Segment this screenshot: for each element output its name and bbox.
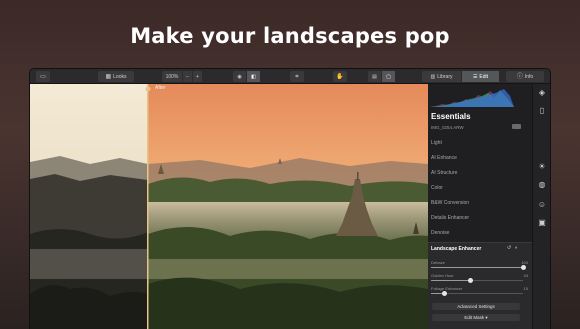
histogram: [430, 89, 514, 107]
portrait-face-icon[interactable]: ☺: [537, 200, 547, 210]
dehaze-label: Dehaze: [431, 260, 445, 265]
enhancer-title: Landscape Enhancer: [431, 246, 482, 252]
file-name: IMG_0254.ARW: [431, 125, 464, 130]
tool-sidebar: ◈ ▯ ☀ ◍ ☺ ▣: [532, 84, 550, 329]
edit-mask-button[interactable]: Edit Mask ▾: [432, 314, 520, 321]
golden-hour-slider[interactable]: [431, 278, 523, 283]
advanced-settings-button[interactable]: Advanced Settings: [432, 303, 520, 310]
sidebar-toggle-button[interactable]: ▭: [36, 71, 50, 82]
tool-bw-conversion[interactable]: B&W Conversion: [431, 200, 469, 206]
info-button[interactable]: ⓘ Info: [506, 71, 544, 82]
foliage-enhancer-knob[interactable]: [442, 291, 448, 296]
essentials-sun-icon[interactable]: ☀: [537, 162, 547, 172]
sidebar-icon: ▭: [40, 73, 46, 80]
single-layout-button[interactable]: ▢: [382, 71, 396, 82]
after-label: After: [155, 85, 166, 91]
tool-ai-structure[interactable]: AI Structure: [431, 170, 457, 176]
dehaze-knob[interactable]: [520, 265, 526, 270]
view-mode-control: ◉ ◧: [233, 71, 261, 82]
golden-hour-fill: [431, 280, 471, 281]
tool-light[interactable]: Light: [431, 140, 442, 146]
zoom-control: 100% − +: [162, 71, 203, 82]
layout-control: ▤ ▢: [368, 71, 396, 82]
panel-title: Essentials: [431, 112, 471, 121]
looks-button[interactable]: ▦ Looks: [98, 71, 134, 82]
reset-icon[interactable]: ↺: [507, 245, 511, 251]
dehaze-slider[interactable]: [431, 265, 526, 270]
crop-button[interactable]: ⌗: [290, 71, 304, 82]
tab-library[interactable]: ▥ Library: [422, 71, 462, 82]
zoom-in-label: +: [196, 73, 199, 80]
landscape-enhancer-section: Landscape Enhancer ↺ ◐ Dehaze 100 Golden…: [428, 242, 532, 329]
edit-icon: ☰: [472, 73, 478, 80]
tab-library-label: Library: [437, 73, 453, 80]
zoom-value: 100%: [165, 73, 179, 80]
tool-color[interactable]: Color: [431, 185, 443, 191]
photo-canvas[interactable]: Before After: [30, 84, 428, 329]
pan-button[interactable]: ✋: [333, 71, 347, 82]
grid-layout-button[interactable]: ▤: [368, 71, 382, 82]
landscape-photo: [30, 84, 428, 329]
golden-hour-label: Golden Hour: [431, 273, 454, 278]
tab-edit[interactable]: ☰ Edit: [462, 71, 500, 82]
tab-edit-label: Edit: [479, 73, 489, 80]
format-badge: [512, 124, 521, 129]
app-window: ▭ ▦ Looks 100% − + ◉ ◧ ⌗ ✋ ▤ ▢ ▥ Library: [30, 69, 550, 329]
foliage-enhancer-slider[interactable]: [431, 291, 523, 296]
headline: Make your landscapes pop: [130, 24, 450, 48]
foliage-enhancer-label: Foliage Enhancer: [431, 286, 463, 291]
golden-hour-knob[interactable]: [468, 278, 474, 283]
looks-label: Looks: [113, 73, 127, 80]
layers-icon[interactable]: ◈: [537, 88, 547, 98]
golden-hour-value: 43: [523, 273, 528, 278]
grid-icon: ▤: [372, 73, 377, 80]
before-label: Before: [121, 85, 136, 91]
library-icon: ▥: [430, 73, 436, 80]
single-view-icon: ▢: [386, 73, 391, 80]
history-icon[interactable]: ▯: [537, 106, 547, 116]
edit-panel: Essentials IMG_0254.ARW Light AI Enhance…: [428, 84, 532, 329]
eye-icon: ◉: [237, 73, 242, 80]
toolbar: ▭ ▦ Looks 100% − + ◉ ◧ ⌗ ✋ ▤ ▢ ▥ Library: [30, 69, 550, 84]
preview-button[interactable]: ◉: [233, 71, 247, 82]
toggle-visibility-icon[interactable]: ◐: [515, 245, 518, 251]
compare-icon: ◧: [251, 73, 256, 80]
dehaze-fill: [431, 267, 523, 268]
foliage-enhancer-value: 15: [523, 286, 528, 291]
professional-bag-icon[interactable]: ▣: [537, 218, 547, 228]
info-icon: ⓘ: [516, 73, 523, 80]
tool-denoise[interactable]: Denoise: [431, 230, 449, 236]
looks-icon: ▦: [105, 73, 112, 80]
creative-palette-icon[interactable]: ◍: [537, 180, 547, 190]
zoom-out-label: −: [186, 73, 189, 80]
zoom-out-button[interactable]: −: [183, 71, 193, 82]
tool-details-enhancer[interactable]: Details Enhancer: [431, 215, 469, 221]
crop-icon: ⌗: [295, 73, 299, 80]
info-label: Info: [524, 73, 534, 80]
hand-icon: ✋: [336, 73, 344, 80]
tool-ai-enhance[interactable]: AI Enhance: [431, 155, 457, 161]
compare-button[interactable]: ◧: [247, 71, 261, 82]
zoom-select[interactable]: 100%: [162, 71, 183, 82]
zoom-in-button[interactable]: +: [193, 71, 203, 82]
mode-tabs: ▥ Library ☰ Edit: [422, 71, 500, 82]
